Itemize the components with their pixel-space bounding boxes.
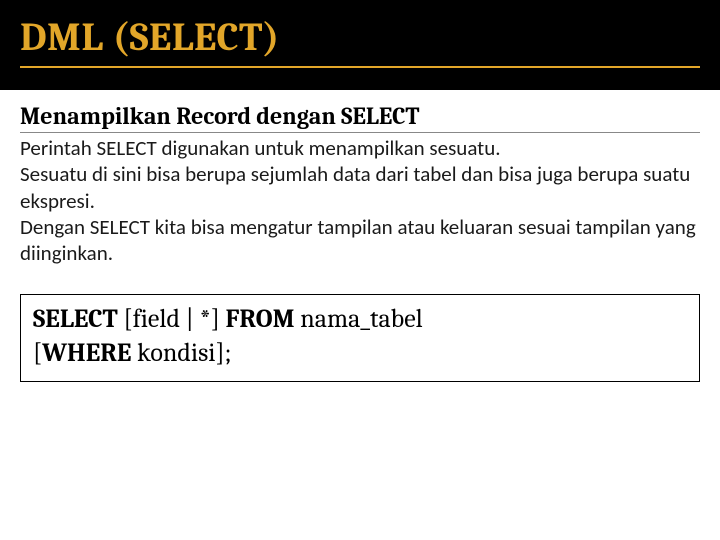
syntax-kw-where: WHERE [42,338,131,368]
body-line-1: Perintah SELECT digunakan untuk menampil… [20,135,501,161]
body-line-3: Dengan SELECT kita bisa mengatur tampila… [20,214,696,266]
header-bar: DML (SELECT) [0,0,720,90]
content-area: Menampilkan Record dengan SELECT Perinta… [0,90,720,276]
syntax-table: nama_tabel [295,304,423,334]
syntax-opt-open: [ [33,338,42,368]
syntax-box: SELECT [field | *] FROM nama_tabel [WHER… [20,294,700,382]
syntax-kw-select: SELECT [33,304,118,334]
section-heading: Menampilkan Record dengan SELECT [20,102,700,133]
syntax-cond: kondisi [131,338,215,368]
slide-title: DML (SELECT) [20,14,700,68]
body-text: Perintah SELECT digunakan untuk menampil… [20,135,700,266]
syntax-fields: [field | *] [118,304,226,334]
body-line-2: Sesuatu di sini bisa berupa sejumlah dat… [20,161,690,213]
syntax-text: SELECT [field | *] FROM nama_tabel [WHER… [33,303,687,371]
syntax-kw-from: FROM [226,304,295,334]
syntax-opt-close: ]; [216,338,232,368]
